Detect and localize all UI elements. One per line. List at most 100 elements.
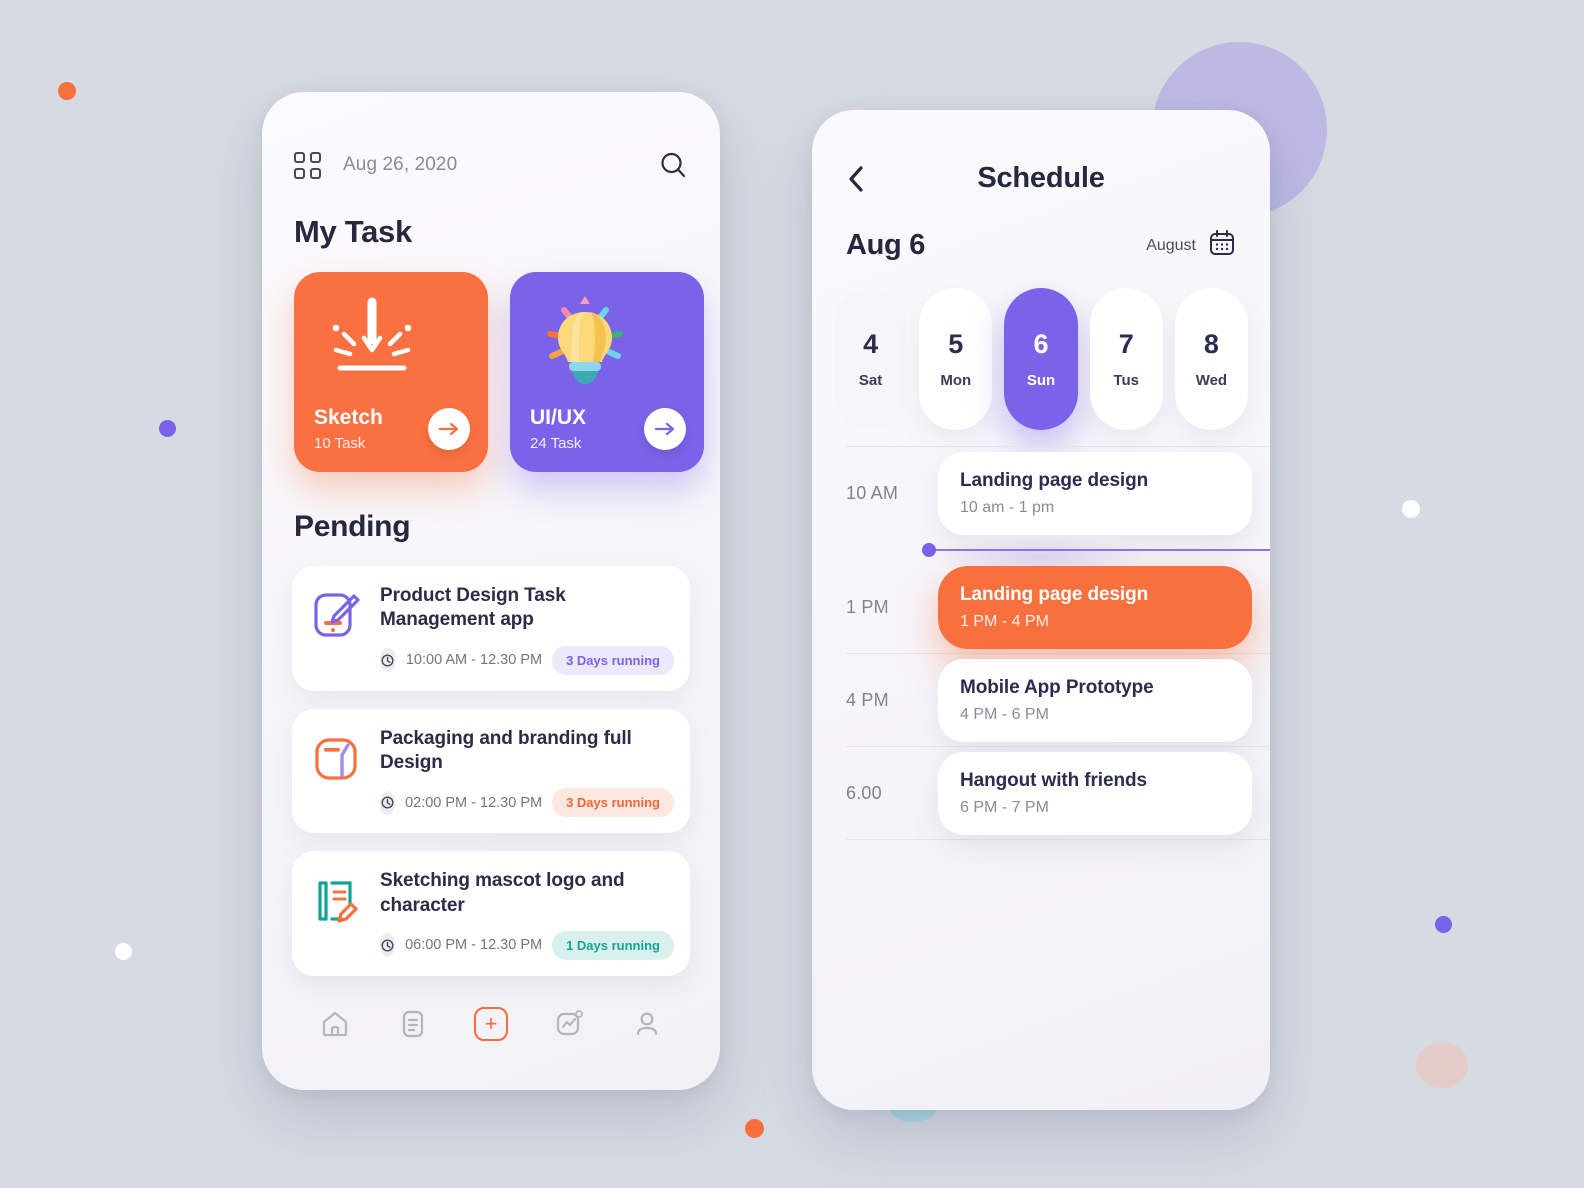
page-title: Schedule xyxy=(977,162,1105,194)
profile-person-icon[interactable] xyxy=(627,1004,667,1044)
list-item[interactable]: Sketching mascot logo and character 06:0… xyxy=(292,851,690,976)
document-list-icon[interactable] xyxy=(393,1004,433,1044)
list-item[interactable]: Packaging and branding full Design 02:00… xyxy=(292,708,690,834)
event-time-range: 10 am - 1 pm xyxy=(960,498,1055,516)
current-date-label: Aug 26, 2020 xyxy=(343,154,458,175)
list-item-body: Packaging and branding full Design 02:00… xyxy=(380,725,674,818)
schedule-event[interactable]: Mobile App Prototype 4 PM - 6 PM xyxy=(938,658,1252,742)
bottom-tab-bar: + xyxy=(262,982,720,1090)
document-pen-icon xyxy=(310,873,364,927)
status-badge: 3 Days running xyxy=(552,645,674,675)
slot-time-label: 4 PM xyxy=(846,689,889,710)
slot-time-label: 6.00 xyxy=(846,782,882,803)
day-pill-6-selected[interactable]: 6 Sun xyxy=(1004,288,1078,430)
package-box-icon xyxy=(310,731,364,785)
lightbulb-idea-icon xyxy=(536,294,634,393)
day-number: 7 xyxy=(1118,329,1134,359)
task-meta: 10:00 AM - 12.30 PM 3 Days running xyxy=(380,645,674,675)
clock-icon xyxy=(380,648,396,673)
event-title: Landing page design xyxy=(960,583,1149,605)
schedule-event[interactable]: Hangout with friends 6 PM - 7 PM xyxy=(938,751,1252,835)
day-pill-5[interactable]: 5 Mon xyxy=(919,288,993,430)
day-number: 6 xyxy=(1033,329,1049,359)
decorative-dot-white-right xyxy=(1402,500,1420,518)
slot-time-label: 10 AM xyxy=(846,482,899,503)
schedule-subheader: Aug 6 August xyxy=(812,195,1270,262)
schedule-slot[interactable]: 6.00 Hangout with friends 6 PM - 7 PM xyxy=(812,747,1270,839)
top-bar: Aug 26, 2020 xyxy=(262,92,720,180)
pending-section-title: Pending xyxy=(294,510,411,543)
day-number: 8 xyxy=(1203,329,1219,359)
decorative-blob-pink xyxy=(1416,1042,1468,1088)
day-number: 4 xyxy=(863,329,879,359)
decorative-dot-purple-left xyxy=(159,420,176,437)
arrow-right-icon[interactable] xyxy=(428,408,470,450)
add-button[interactable]: + xyxy=(474,1007,508,1041)
event-title: Landing page design xyxy=(960,469,1149,491)
task-time: 10:00 AM - 12.30 PM xyxy=(405,652,543,669)
background-decoration xyxy=(0,0,1584,1188)
plus-icon[interactable]: + xyxy=(471,1004,511,1044)
schedule-slot[interactable]: 4 PM Mobile App Prototype 4 PM - 6 PM xyxy=(812,654,1270,746)
day-pill-8[interactable]: 8 Wed xyxy=(1174,288,1249,430)
selected-day-label: Aug 6 xyxy=(846,229,926,261)
phone-my-task-screen: Aug 26, 2020 My Task Sketch 10 Task UI/U… xyxy=(262,92,720,1090)
schedule-event[interactable]: Landing page design 10 am - 1 pm xyxy=(938,451,1252,535)
timeline-divider xyxy=(846,839,1270,840)
home-icon[interactable] xyxy=(315,1004,355,1044)
list-item[interactable]: Product Design Task Management app 10:00… xyxy=(292,566,690,691)
day-pill-4[interactable]: 4 Sat xyxy=(834,288,908,430)
schedule-timeline: 10 AM Landing page design 10 am - 1 pm 1… xyxy=(812,430,1270,840)
note-edit-icon xyxy=(310,588,364,642)
task-title: Sketching mascot logo and character xyxy=(380,870,625,916)
grid-icon[interactable] xyxy=(294,151,321,179)
decorative-dot-white-left xyxy=(115,943,132,960)
current-time-indicator xyxy=(812,537,1270,577)
list-item-body: Sketching mascot logo and character 06:0… xyxy=(380,867,674,960)
day-number: 5 xyxy=(948,329,964,359)
page-title: My Task xyxy=(294,214,412,249)
event-time-range: 6 PM - 7 PM xyxy=(960,798,1049,816)
search-icon[interactable] xyxy=(658,150,688,180)
task-card-sketch[interactable]: Sketch 10 Task xyxy=(294,272,488,472)
pencil-sketch-icon xyxy=(320,294,424,393)
day-weekday: Sun xyxy=(1026,372,1056,389)
event-title: Mobile App Prototype xyxy=(960,676,1154,698)
event-time-range: 4 PM - 6 PM xyxy=(960,705,1049,723)
decorative-dot-purple-right xyxy=(1435,916,1452,933)
schedule-header: Schedule xyxy=(812,110,1270,195)
calendar-icon[interactable] xyxy=(1208,229,1236,262)
event-time-range: 1 PM - 4 PM xyxy=(960,612,1049,630)
status-badge: 3 Days running xyxy=(552,788,674,818)
month-label: August xyxy=(1146,236,1196,254)
day-weekday: Tus xyxy=(1113,372,1139,389)
slot-time-label: 1 PM xyxy=(846,596,889,617)
task-meta: 02:00 PM - 12.30 PM 3 Days running xyxy=(380,788,674,818)
clock-icon xyxy=(380,933,396,958)
day-weekday: Mon xyxy=(940,372,972,389)
task-title: Product Design Task Management app xyxy=(380,585,566,631)
pending-task-list: Product Design Task Management app 10:00… xyxy=(262,544,720,976)
day-pill-7[interactable]: 7 Tus xyxy=(1089,288,1163,430)
chevron-left-icon[interactable] xyxy=(846,164,876,194)
task-card-row: Sketch 10 Task UI/UX 24 Task xyxy=(262,250,720,472)
clock-icon xyxy=(380,790,396,815)
task-time: 06:00 PM - 12.30 PM xyxy=(405,937,543,954)
schedule-slot[interactable]: 1 PM Landing page design 1 PM - 4 PM xyxy=(812,561,1270,653)
current-time-knob xyxy=(922,543,936,557)
schedule-event-highlighted[interactable]: Landing page design 1 PM - 4 PM xyxy=(938,565,1252,649)
month-picker[interactable]: August xyxy=(1146,229,1236,262)
task-time: 02:00 PM - 12.30 PM xyxy=(405,794,543,811)
status-badge: 1 Days running xyxy=(552,930,674,960)
decorative-dot-orange-bottom xyxy=(745,1119,764,1138)
arrow-right-icon[interactable] xyxy=(644,408,686,450)
chart-stats-icon[interactable] xyxy=(549,1004,589,1044)
schedule-slot[interactable]: 10 AM Landing page design 10 am - 1 pm xyxy=(812,447,1270,539)
task-card-uiux[interactable]: UI/UX 24 Task xyxy=(510,272,704,472)
current-time-line xyxy=(930,549,1270,551)
day-weekday: Sat xyxy=(858,372,883,389)
task-meta: 06:00 PM - 12.30 PM 1 Days running xyxy=(380,930,674,960)
day-selector-strip: 4 Sat 5 Mon 6 Sun 7 Tus 8 Wed xyxy=(812,262,1270,430)
event-title: Hangout with friends xyxy=(960,769,1147,791)
task-title: Packaging and branding full Design xyxy=(380,727,632,773)
